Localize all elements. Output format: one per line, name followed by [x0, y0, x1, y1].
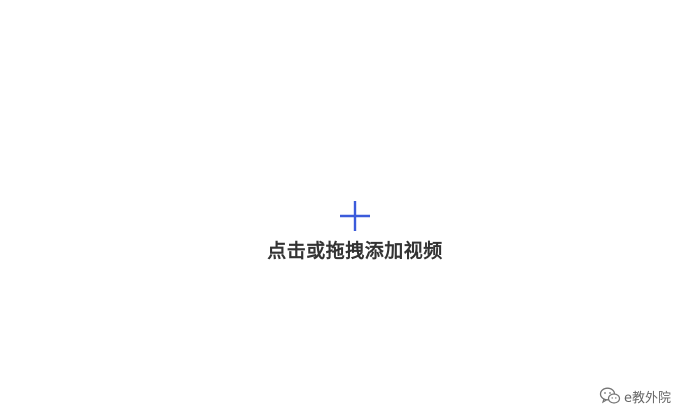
video-drop-zone[interactable]: 点击或拖拽添加视频	[0, 0, 677, 418]
wechat-icon	[599, 386, 621, 406]
add-video-prompt[interactable]: 点击或拖拽添加视频	[0, 238, 677, 264]
watermark-text: e教外院	[624, 390, 671, 406]
watermark: e教外院	[599, 386, 671, 406]
upload-page: 点击或拖拽添加视频 e教外院	[0, 0, 677, 418]
plus-icon[interactable]	[339, 200, 371, 232]
